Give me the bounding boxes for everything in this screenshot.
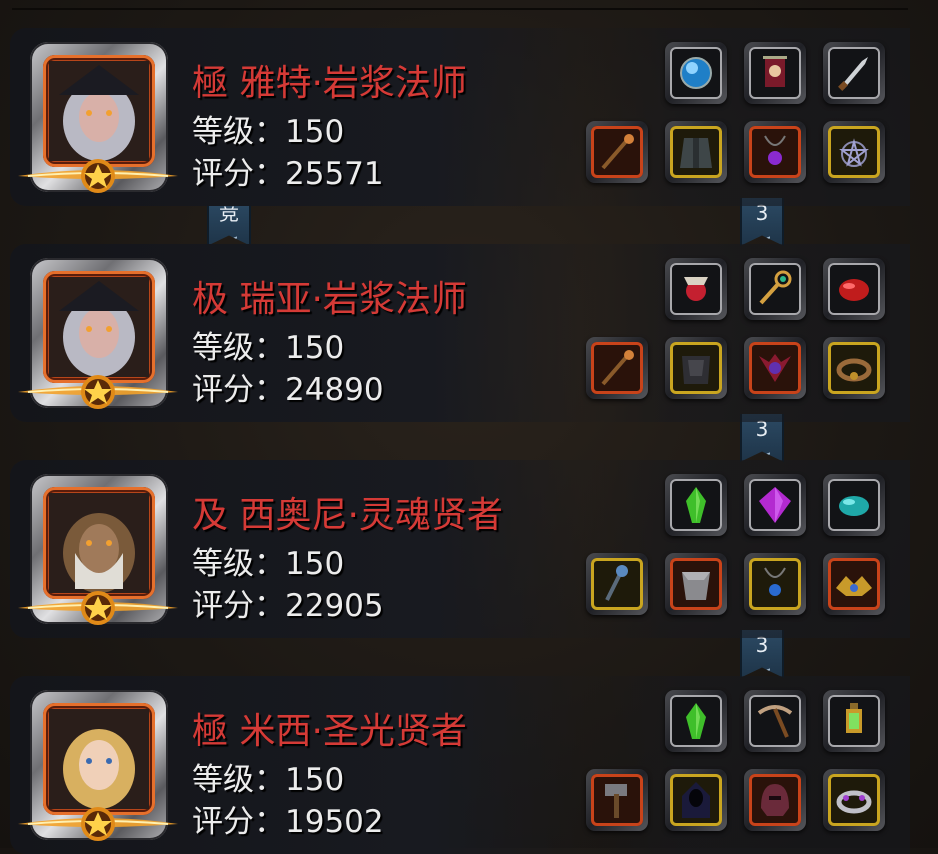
gem-ring-icon [828,774,880,826]
green-crystal-icon [670,479,722,531]
equipment-slot[interactable] [665,42,727,104]
equipment-slot[interactable] [744,42,806,104]
character-avatar[interactable] [18,258,178,409]
teal-gem-icon [828,479,880,531]
hooded-robe-icon [670,774,722,826]
character-name: 極 米西·圣光贤者 [192,711,467,752]
character-level: 等级：150 [192,114,345,150]
equipment-slot[interactable] [665,474,727,536]
character-level: 等级：150 [192,762,345,798]
equipment-slot[interactable] [744,121,806,183]
pickaxe-icon [749,695,801,747]
equipment-slot[interactable] [744,690,806,752]
equipment-slot[interactable] [665,553,727,615]
robe-icon [670,126,722,178]
winged-crown-icon [828,558,880,610]
pentagram-amulet-icon [828,126,880,178]
red-gem-icon [828,263,880,315]
serpent-staff-icon [591,558,643,610]
character-score: 评分：19502 [192,804,384,840]
equipment-slot[interactable] [744,474,806,536]
demon-charm-icon [749,342,801,394]
character-score: 评分：25571 [192,156,384,192]
equipment-slot[interactable] [823,42,885,104]
equipment-slot[interactable] [665,769,727,831]
character-avatar[interactable] [18,690,178,841]
character-score: 评分：24890 [192,372,384,408]
staff-icon [591,342,643,394]
purple-gem-icon [749,479,801,531]
equipment-slot[interactable] [586,553,648,615]
blue-amulet-icon [749,558,801,610]
dark-armor-icon [670,342,722,394]
equipment-slot[interactable] [823,553,885,615]
star-rank-icon [18,790,178,850]
equipment-slot[interactable] [823,690,885,752]
equipment-slot[interactable] [665,121,727,183]
character-avatar[interactable] [18,42,178,193]
amulet-icon [749,126,801,178]
equipment-slot[interactable] [823,474,885,536]
equipment-slot[interactable] [665,258,727,320]
equipment-slot[interactable] [744,553,806,615]
helm-icon [749,774,801,826]
equipment-slot[interactable] [586,121,648,183]
equipment-slot[interactable] [744,769,806,831]
character-name: 及 西奥尼·灵魂贤者 [192,495,503,536]
skull-orb-icon [670,263,722,315]
character-avatar[interactable] [18,474,178,625]
equipment-slot[interactable] [665,690,727,752]
star-rank-icon [18,358,178,418]
bracelet-icon [828,342,880,394]
hammer-icon [591,774,643,826]
dagger-icon [828,47,880,99]
equipment-slot[interactable] [586,337,648,399]
green-crystal-icon [670,695,722,747]
star-rank-icon [18,574,178,634]
top-divider [12,8,908,10]
character-name: 极 瑞亚·岩浆法师 [192,279,467,320]
lantern-icon [828,695,880,747]
banner-icon [749,47,801,99]
equipment-slot[interactable] [744,337,806,399]
character-score: 评分：22905 [192,588,384,624]
character-level: 等级：150 [192,546,345,582]
key-icon [749,263,801,315]
star-rank-icon [18,142,178,202]
equipment-slot[interactable] [823,121,885,183]
equipment-slot[interactable] [823,258,885,320]
equipment-slot[interactable] [744,258,806,320]
crystal-orb-icon [670,47,722,99]
equipment-slot[interactable] [823,769,885,831]
staff-icon [591,126,643,178]
plate-armor-icon [670,558,722,610]
equipment-slot[interactable] [823,337,885,399]
character-level: 等级：150 [192,330,345,366]
equipment-slot[interactable] [665,337,727,399]
equipment-slot[interactable] [586,769,648,831]
character-name: 極 雅特·岩浆法师 [192,63,467,104]
